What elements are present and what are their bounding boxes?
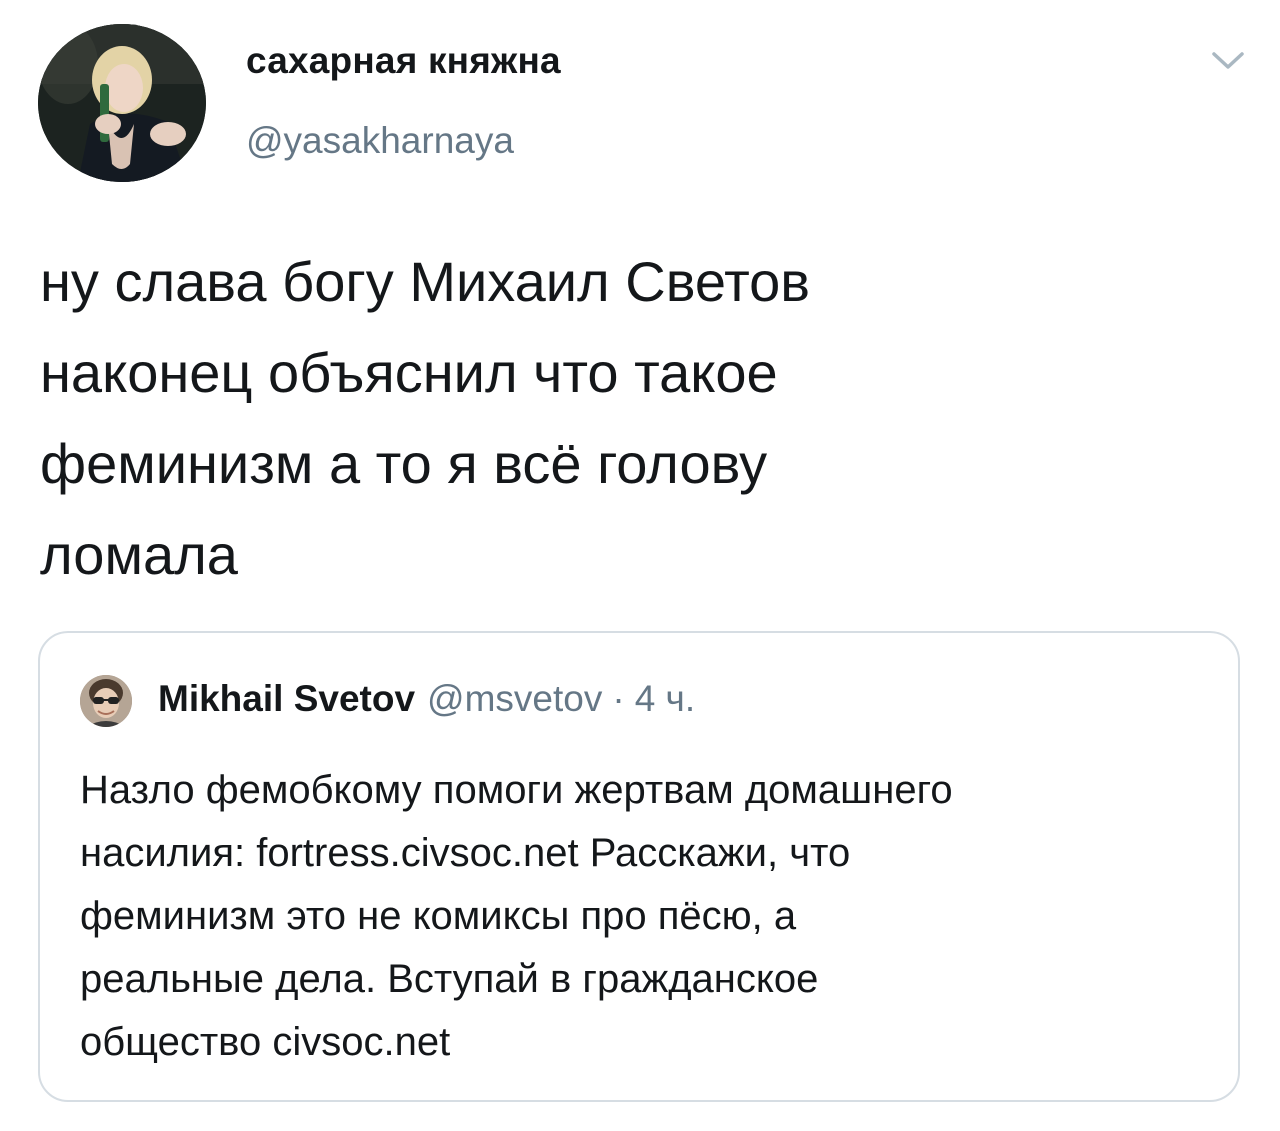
tweet-text-line: ломала	[40, 523, 238, 586]
author-handle[interactable]: @yasakharnaya	[246, 120, 514, 162]
quoted-tweet-time[interactable]: 4 ч.	[635, 678, 695, 719]
quoted-tweet-header: Mikhail Svetov @msvetov · 4 ч.	[158, 677, 695, 721]
tweet-text-line: феминизм а то я всё голову	[40, 432, 768, 495]
author-avatar[interactable]	[38, 24, 206, 182]
tweet-text: ну слава богу Михаил Светов наконец объя…	[40, 236, 1090, 600]
author-display-name[interactable]: сахарная княжна	[246, 40, 561, 82]
quoted-text-line: Назло фемобкому помоги жертвам домашнего	[80, 768, 953, 812]
quoted-author-avatar[interactable]	[80, 675, 132, 727]
quoted-author-handle[interactable]: @msvetov	[427, 678, 602, 719]
quoted-avatar-photo-icon	[80, 675, 132, 727]
header-separator: ·	[612, 678, 625, 719]
quoted-tweet-text: Назло фемобкому помоги жертвам домашнего…	[80, 759, 1210, 1074]
quoted-author-display-name[interactable]: Mikhail Svetov	[158, 678, 415, 719]
tweet-text-line: ну слава богу Михаил Светов	[40, 250, 811, 313]
quoted-text-line: реальные дела. Вступай в гражданское	[80, 957, 819, 1001]
chevron-down-icon[interactable]	[1208, 44, 1248, 76]
quoted-text-line: общество civsoc.net	[80, 1020, 451, 1064]
quoted-tweet-card[interactable]: Mikhail Svetov @msvetov · 4 ч. Назло фемобк…	[38, 631, 1240, 1102]
tweet-text-line: наконец объяснил что такое	[40, 341, 778, 404]
quoted-text-line: феминизм это не комиксы про пёсю, а	[80, 894, 797, 938]
avatar-photo-icon	[38, 24, 206, 182]
quoted-text-line: насилия: fortress.civsoc.net Расскажи, ч…	[80, 831, 851, 875]
